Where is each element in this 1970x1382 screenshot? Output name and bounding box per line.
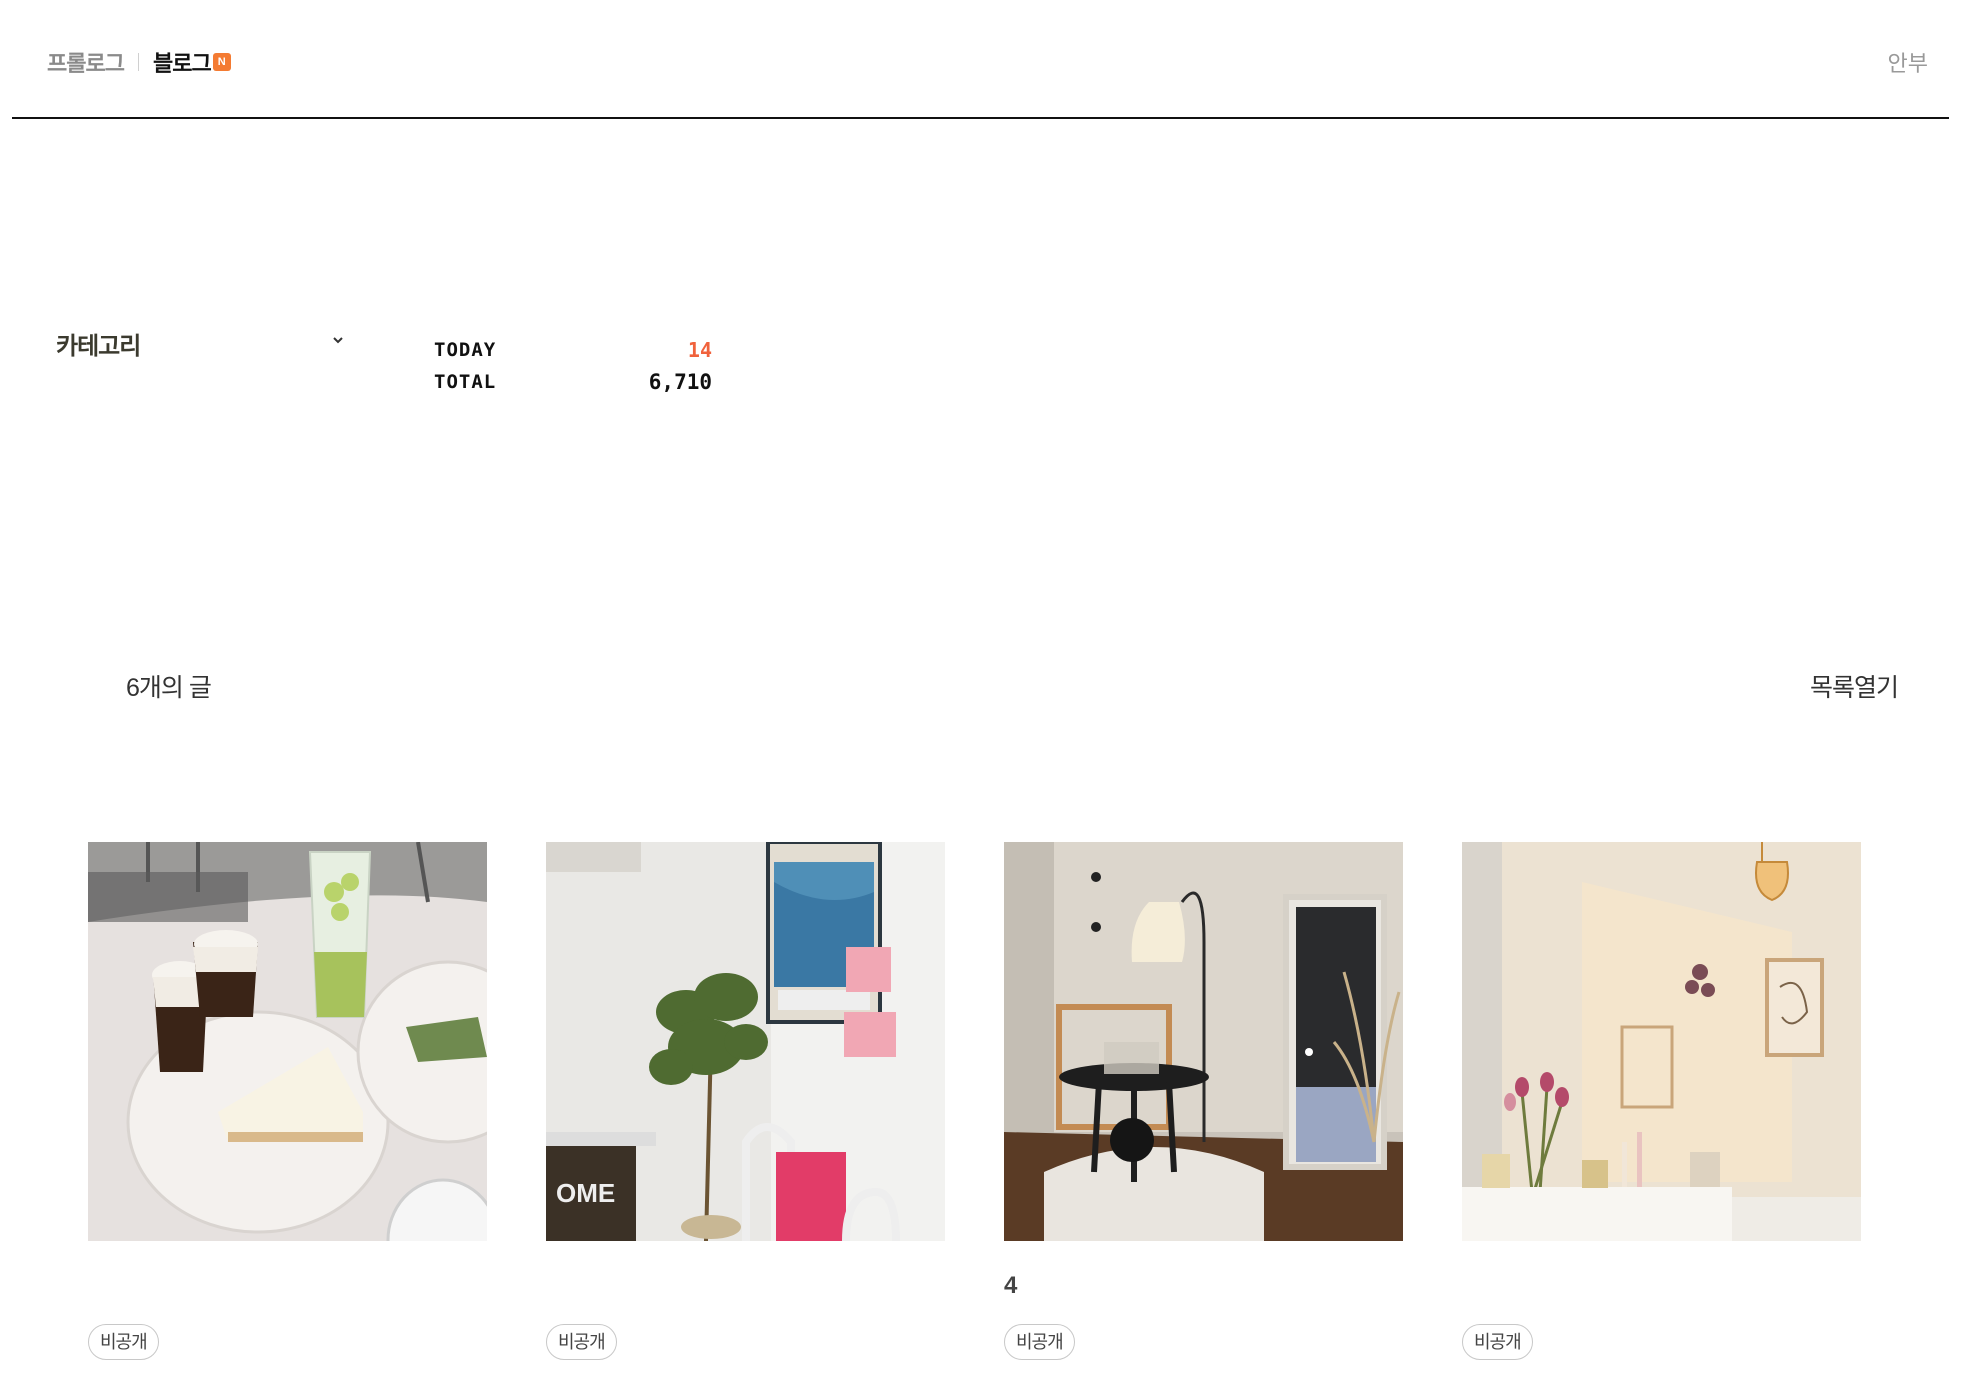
counter-today-label: TODAY: [434, 339, 497, 361]
post-card[interactable]: 비공개: [88, 842, 487, 1360]
open-list-button[interactable]: 목록열기: [1810, 668, 1899, 704]
cafe-cheesecake-photo[interactable]: [88, 842, 487, 1241]
post-card[interactable]: OME 비공개: [546, 842, 945, 1360]
nav-neighbor-link[interactable]: 안부: [1888, 46, 1928, 78]
category-toggle[interactable]: 카테고리: [56, 326, 348, 361]
category-label: 카테고리: [56, 333, 141, 360]
counter-today-row: TODAY 14: [434, 334, 712, 366]
private-badge: 비공개: [88, 1324, 159, 1360]
blog-header: 프롤로그 블로그 N 안부: [12, 0, 1949, 119]
plant-poster-corner-photo[interactable]: OME: [546, 842, 945, 1241]
post-title[interactable]: 4: [1004, 1272, 1017, 1300]
counter-total-value: 6,710: [648, 370, 712, 394]
nav-blog-link[interactable]: 블로그: [153, 46, 212, 78]
new-badge: N: [212, 53, 231, 71]
chevron-down-icon: [333, 336, 343, 343]
private-badge: 비공개: [1004, 1324, 1075, 1360]
visitor-counter: TODAY 14 TOTAL 6,710: [434, 334, 712, 398]
lamp-mirror-room-photo[interactable]: [1004, 842, 1403, 1241]
post-card[interactable]: 비공개: [1462, 842, 1861, 1360]
post-card[interactable]: 4 비공개: [1004, 842, 1403, 1360]
post-grid: 비공개 OME 비공개 4 비공개 비공개: [88, 842, 1862, 1382]
private-badge: 비공개: [1462, 1324, 1533, 1360]
counter-total-label: TOTAL: [434, 371, 497, 393]
counter-total-row: TOTAL 6,710: [434, 366, 712, 398]
nav-prologue-link[interactable]: 프롤로그: [47, 46, 125, 78]
post-count: 6개의 글: [126, 674, 212, 702]
sunlit-flowers-wall-photo[interactable]: [1462, 842, 1861, 1241]
private-badge: 비공개: [546, 1324, 617, 1360]
nav-divider: [137, 53, 139, 71]
svg-text:OME: OME: [556, 1178, 615, 1208]
blog-nav: 프롤로그 블로그 N: [47, 46, 231, 78]
counter-today-value: 14: [687, 338, 712, 362]
